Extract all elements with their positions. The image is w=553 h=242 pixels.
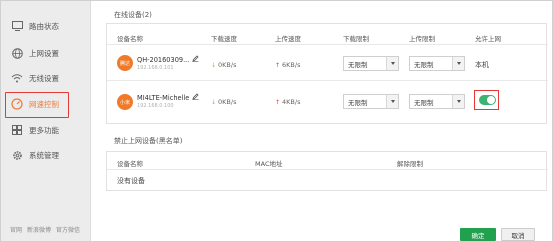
sidebar-item-label: 路由状态 bbox=[29, 21, 59, 31]
upload-speed: ↑ 4KB/s bbox=[275, 98, 301, 106]
this-device-label: 本机 bbox=[475, 61, 489, 69]
row-divider bbox=[107, 169, 548, 170]
grid-icon bbox=[11, 124, 23, 136]
device-ip: 192.168.0.100 bbox=[137, 103, 174, 109]
footer-links: 官网 新浪微博 官方微信 bbox=[10, 225, 80, 234]
device-ip: 192.168.0.101 bbox=[137, 65, 174, 71]
sidebar-item-router-status[interactable]: 路由状态 bbox=[11, 16, 86, 36]
toggle-knob bbox=[487, 96, 495, 104]
speed-gauge-icon bbox=[11, 98, 23, 110]
chevron-down-icon[interactable] bbox=[386, 95, 398, 108]
edit-pencil-icon[interactable] bbox=[192, 93, 199, 102]
device-name: QH-20160309... bbox=[137, 55, 199, 64]
globe-icon bbox=[11, 47, 23, 59]
upload-limit-select[interactable]: 无限制 bbox=[409, 94, 465, 109]
download-speed: ↓ 0KB/s bbox=[211, 98, 237, 106]
sidebar-item-label: 网速控制 bbox=[29, 99, 59, 109]
official-site-link[interactable]: 官网 bbox=[10, 225, 22, 234]
ok-button[interactable]: 确定 bbox=[460, 228, 496, 241]
upload-speed: ↑ 6KB/s bbox=[275, 61, 301, 69]
blacklist-title: 禁止上网设备(黑名单) bbox=[114, 137, 183, 145]
download-limit-select[interactable]: 无限制 bbox=[343, 94, 399, 109]
empty-list-text: 没有设备 bbox=[117, 177, 145, 185]
wifi-icon bbox=[11, 72, 23, 84]
chevron-down-icon[interactable] bbox=[386, 57, 398, 70]
gear-icon bbox=[11, 149, 23, 161]
sidebar-item-label: 系统管理 bbox=[29, 150, 59, 160]
header-device-name: 设备名称 bbox=[117, 35, 143, 43]
sidebar-item-label: 无线设置 bbox=[29, 73, 59, 83]
main-content: 在线设备(2) 设备名称 下载速度 上传速度 下载限制 上传限制 允许上网 腾达… bbox=[92, 1, 552, 241]
device-name: MI4LTE-Michelle bbox=[137, 93, 199, 102]
sidebar-item-system-management[interactable]: 系统管理 bbox=[11, 145, 86, 165]
header-mac-address: MAC地址 bbox=[255, 160, 283, 168]
download-limit-select[interactable]: 无限制 bbox=[343, 56, 399, 71]
download-arrow-icon: ↓ bbox=[211, 98, 217, 106]
wechat-link[interactable]: 官方微信 bbox=[56, 225, 80, 234]
online-devices-title: 在线设备(2) bbox=[114, 11, 152, 19]
header-download-limit: 下载限制 bbox=[343, 35, 369, 43]
edit-pencil-icon[interactable] bbox=[192, 55, 199, 64]
sidebar-item-label: 上网设置 bbox=[29, 48, 59, 58]
sidebar-item-internet-settings[interactable]: 上网设置 bbox=[11, 43, 86, 63]
sidebar-item-wireless-settings[interactable]: 无线设置 bbox=[11, 68, 86, 88]
upload-arrow-icon: ↑ bbox=[275, 61, 281, 69]
header-upload-limit: 上传限制 bbox=[409, 35, 435, 43]
sidebar-item-label: 更多功能 bbox=[29, 125, 59, 135]
sidebar-item-speed-control[interactable]: 网速控制 bbox=[5, 92, 86, 118]
sidebar: 路由状态 上网设置 无线设置 网速控制 更多功能 系统管理 官网 新浪微博 官方… bbox=[1, 1, 91, 241]
header-remove-restriction: 解除限制 bbox=[397, 160, 423, 168]
sidebar-item-more-features[interactable]: 更多功能 bbox=[11, 120, 86, 140]
allow-internet-toggle[interactable] bbox=[479, 95, 496, 105]
chevron-down-icon[interactable] bbox=[452, 95, 464, 108]
download-speed: ↓ 0KB/s bbox=[211, 61, 237, 69]
header-upload-speed: 上传速度 bbox=[275, 35, 301, 43]
online-devices-panel: 设备名称 下载速度 上传速度 下载限制 上传限制 允许上网 腾达 QH-2016… bbox=[106, 23, 548, 124]
header-download-speed: 下载速度 bbox=[211, 35, 237, 43]
header-device-name: 设备名称 bbox=[117, 160, 143, 168]
row-divider bbox=[107, 44, 548, 45]
upload-arrow-icon: ↑ bbox=[275, 98, 281, 106]
chevron-down-icon[interactable] bbox=[452, 57, 464, 70]
row-divider bbox=[107, 80, 548, 81]
device-avatar: 小米 bbox=[117, 94, 133, 110]
download-arrow-icon: ↓ bbox=[211, 61, 217, 69]
upload-limit-select[interactable]: 无限制 bbox=[409, 56, 465, 71]
weibo-link[interactable]: 新浪微博 bbox=[27, 225, 51, 234]
header-allow-internet: 允许上网 bbox=[475, 35, 501, 43]
blacklist-panel: 设备名称 MAC地址 解除限制 没有设备 bbox=[106, 151, 548, 191]
device-avatar: 腾达 bbox=[117, 55, 133, 71]
monitor-icon bbox=[11, 20, 23, 32]
cancel-button[interactable]: 取消 bbox=[501, 228, 535, 241]
